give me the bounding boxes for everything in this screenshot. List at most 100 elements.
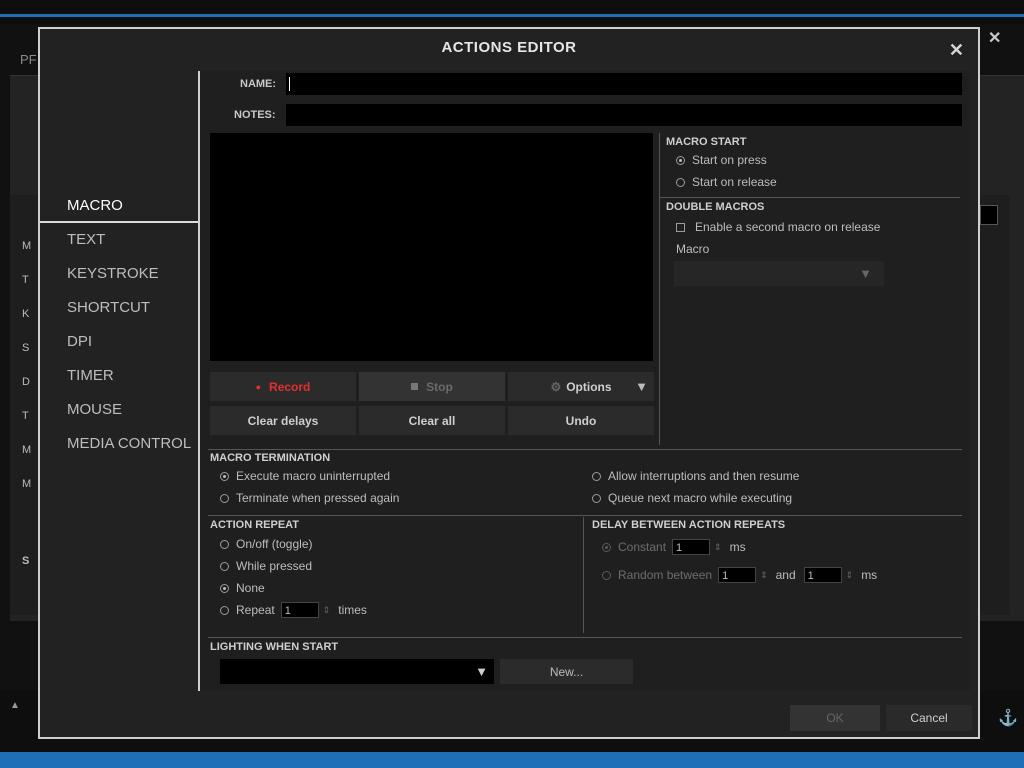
radio-icon bbox=[592, 493, 601, 503]
background-profile-label: PF bbox=[20, 52, 37, 67]
random-max-input[interactable]: 1 bbox=[803, 567, 842, 583]
random-delay-radio[interactable]: Random between 1 ⇕ and 1 ⇕ ms bbox=[602, 567, 877, 583]
start-on-release-radio[interactable]: Start on release bbox=[676, 175, 777, 189]
radio-icon bbox=[220, 561, 229, 571]
ms-label: ms bbox=[861, 568, 878, 582]
nav-item-macro[interactable]: MACRO bbox=[40, 189, 198, 223]
constant-delay-radio[interactable]: Constant 1 ⇕ ms bbox=[602, 539, 746, 555]
nav-item-dpi[interactable]: DPI bbox=[40, 325, 198, 359]
start-on-press-radio[interactable]: Start on press bbox=[676, 153, 767, 167]
times-label: times bbox=[338, 603, 367, 617]
lighting-title: LIGHTING WHEN START bbox=[210, 641, 339, 653]
nav-item-text[interactable]: TEXT bbox=[40, 223, 198, 257]
radio-label: Constant bbox=[618, 540, 667, 554]
clear-all-button[interactable]: Clear all bbox=[359, 406, 505, 435]
stop-button[interactable]: Stop bbox=[359, 372, 505, 401]
radio-label: Allow interruptions and then resume bbox=[608, 469, 800, 483]
checkbox-icon bbox=[676, 222, 685, 232]
queue-next-macro-radio[interactable]: Queue next macro while executing bbox=[592, 491, 792, 505]
macro-select-label: Macro bbox=[676, 242, 710, 256]
action-repeat-title: ACTION REPEAT bbox=[210, 519, 300, 531]
nav-item-timer[interactable]: TIMER bbox=[40, 359, 198, 393]
and-label: and bbox=[775, 568, 796, 582]
terminate-when-pressed-radio[interactable]: Terminate when pressed again bbox=[220, 491, 399, 505]
constant-delay-input[interactable]: 1 bbox=[672, 539, 711, 555]
options-button[interactable]: ⚙ Options ▼ bbox=[508, 372, 654, 401]
macro-start-title: MACRO START bbox=[666, 136, 747, 148]
radio-label: None bbox=[236, 581, 265, 595]
section-divider bbox=[208, 449, 962, 450]
background-topbar bbox=[0, 0, 1024, 24]
background-input bbox=[980, 205, 998, 225]
allow-interruptions-radio[interactable]: Allow interruptions and then resume bbox=[592, 469, 799, 483]
radio-label: Random between bbox=[618, 568, 713, 582]
spinner-icon[interactable]: ⇕ bbox=[323, 605, 331, 616]
actions-editor-dialog: ACTIONS EDITOR ✕ MACRO TEXT KEYSTROKE SH… bbox=[38, 27, 980, 739]
second-macro-select[interactable]: ▼ bbox=[674, 261, 884, 286]
dialog-title: ACTIONS EDITOR bbox=[441, 39, 577, 56]
nav-item-media-control[interactable]: MEDIA CONTROL bbox=[40, 427, 198, 461]
radio-label: Queue next macro while executing bbox=[608, 491, 793, 505]
corsair-logo-icon: ⚓ bbox=[998, 710, 1018, 727]
options-label: Options bbox=[566, 379, 612, 394]
ms-label: ms bbox=[729, 540, 746, 554]
radio-icon bbox=[220, 539, 229, 549]
delay-repeats-title: DELAY BETWEEN ACTION REPEATS bbox=[592, 519, 786, 531]
record-label: Record bbox=[269, 379, 311, 394]
toggle-radio[interactable]: On/off (toggle) bbox=[220, 537, 313, 551]
checkbox-label: Enable a second macro on release bbox=[695, 220, 881, 234]
column-divider bbox=[659, 133, 660, 445]
random-min-input[interactable]: 1 bbox=[718, 567, 757, 583]
none-radio[interactable]: None bbox=[220, 581, 265, 595]
background-label: D bbox=[22, 376, 30, 388]
radio-icon bbox=[676, 177, 685, 187]
nav-item-mouse[interactable]: MOUSE bbox=[40, 393, 198, 427]
new-lighting-button[interactable]: New... bbox=[500, 659, 633, 684]
undo-button[interactable]: Undo bbox=[508, 406, 654, 435]
chevron-down-icon: ▼ bbox=[475, 664, 488, 679]
background-label: M bbox=[22, 240, 32, 252]
ok-button[interactable]: OK bbox=[790, 705, 880, 731]
radio-icon bbox=[220, 493, 229, 503]
record-button[interactable]: ● Record bbox=[210, 372, 356, 401]
background-close-icon[interactable]: ✕ bbox=[988, 28, 1001, 48]
radio-icon bbox=[592, 471, 601, 481]
background-label: S bbox=[22, 342, 30, 354]
notes-label: NOTES: bbox=[234, 109, 276, 121]
stop-icon bbox=[411, 383, 419, 390]
background-bottom-accent bbox=[0, 752, 1024, 768]
close-icon[interactable]: ✕ bbox=[949, 40, 964, 61]
radio-icon bbox=[602, 542, 611, 552]
nav-item-shortcut[interactable]: SHORTCUT bbox=[40, 291, 198, 325]
while-pressed-radio[interactable]: While pressed bbox=[220, 559, 312, 573]
repeat-count-input[interactable]: 1 bbox=[280, 602, 319, 618]
lighting-select[interactable]: ▼ bbox=[220, 659, 494, 684]
cancel-button[interactable]: Cancel bbox=[886, 705, 972, 731]
background-label: M bbox=[22, 444, 32, 456]
radio-label: On/off (toggle) bbox=[236, 537, 313, 551]
double-macros-title: DOUBLE MACROS bbox=[666, 201, 765, 213]
section-divider bbox=[208, 637, 962, 638]
name-input[interactable] bbox=[286, 73, 962, 95]
radio-label: Repeat bbox=[236, 603, 275, 617]
radio-label: Terminate when pressed again bbox=[236, 491, 400, 505]
nav-item-keystroke[interactable]: KEYSTROKE bbox=[40, 257, 198, 291]
spinner-icon[interactable]: ⇕ bbox=[846, 570, 854, 581]
name-label: NAME: bbox=[240, 78, 277, 90]
spinner-icon[interactable]: ⇕ bbox=[714, 542, 722, 553]
spinner-icon[interactable]: ⇕ bbox=[760, 570, 768, 581]
background-label: M bbox=[22, 478, 32, 490]
background-label: S bbox=[22, 555, 30, 567]
radio-label: Start on press bbox=[692, 153, 767, 167]
clear-delays-button[interactable]: Clear delays bbox=[210, 406, 356, 435]
enable-second-macro-checkbox[interactable]: Enable a second macro on release bbox=[676, 220, 880, 234]
chevron-down-icon: ▼ bbox=[635, 379, 648, 394]
background-label: T bbox=[22, 410, 29, 422]
execute-uninterrupted-radio[interactable]: Execute macro uninterrupted bbox=[220, 469, 390, 483]
repeat-radio[interactable]: Repeat 1 ⇕ times bbox=[220, 602, 367, 618]
macro-event-list[interactable] bbox=[210, 133, 653, 361]
radio-label: Start on release bbox=[692, 175, 777, 189]
notes-input[interactable] bbox=[286, 104, 962, 126]
background-up-arrow-icon: ▲ bbox=[10, 700, 20, 711]
radio-icon bbox=[220, 583, 229, 593]
